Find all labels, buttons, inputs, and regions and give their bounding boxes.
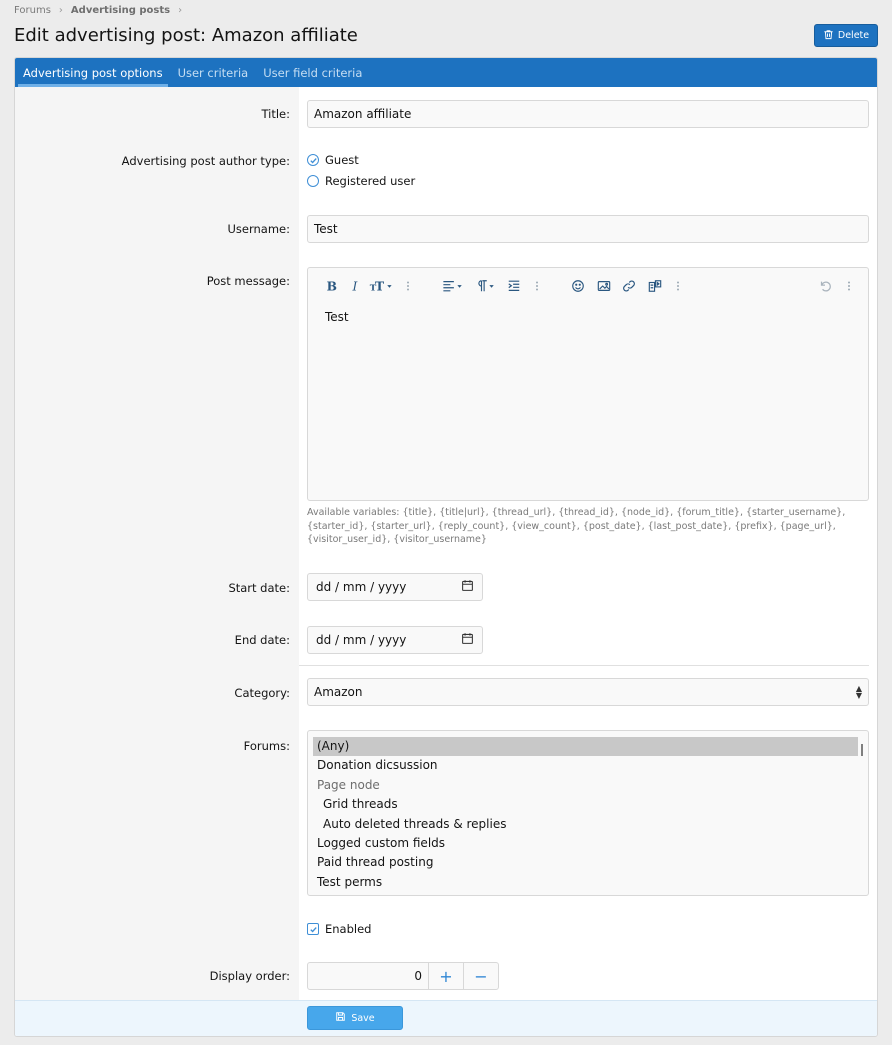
variables-hint: Available variables: {title}, {title|url… [307, 507, 846, 545]
start-date-input[interactable]: dd / mm / yyyy [307, 573, 483, 601]
display-order-stepper[interactable]: 0 + − [307, 962, 499, 990]
more-options-icon[interactable] [845, 277, 853, 295]
breadcrumb-forums[interactable]: Forums [14, 5, 51, 16]
form-panel: Advertising post options User criteria U… [14, 57, 878, 1037]
editor-content[interactable]: Test [325, 310, 349, 324]
undo-icon[interactable] [818, 277, 832, 295]
form-body: Title: Amazon affiliate Advertising post… [15, 87, 877, 1001]
radio-registered-user[interactable]: Registered user [307, 174, 415, 188]
image-icon[interactable] [597, 277, 611, 295]
username-label: Username: [227, 222, 291, 236]
end-date-input[interactable]: dd / mm / yyyy [307, 626, 483, 654]
post-message-label: Post message: [206, 274, 290, 288]
calendar-icon[interactable] [461, 579, 474, 595]
select-arrows-icon: ▲ ▼ [855, 684, 862, 700]
breadcrumb-advertising-posts[interactable]: Advertising posts [71, 5, 170, 16]
title-label: Title: [261, 107, 290, 121]
display-order-label: Display order: [209, 969, 290, 983]
indent-icon[interactable] [507, 277, 521, 295]
tab-user-field-criteria[interactable]: User field criteria [258, 58, 367, 87]
more-text-options-icon[interactable] [404, 277, 412, 295]
chevron-right-icon: › [58, 5, 63, 16]
chevron-right-icon: › [178, 5, 183, 16]
tab-bar: Advertising post options User criteria U… [15, 58, 877, 87]
more-paragraph-options-icon[interactable] [533, 277, 541, 295]
more-insert-options-icon[interactable] [674, 277, 682, 295]
start-date-label: Start date: [228, 581, 290, 595]
smiley-icon[interactable] [571, 277, 585, 295]
rich-text-editor[interactable]: B I TT Test [307, 267, 869, 501]
start-date-placeholder: dd / mm / yyyy [316, 580, 407, 594]
listbox-scrollbar[interactable] [861, 744, 863, 756]
bold-icon[interactable]: B [324, 277, 338, 295]
radio-empty-icon [307, 175, 319, 187]
username-input[interactable]: Test [307, 215, 869, 243]
end-date-placeholder: dd / mm / yyyy [316, 633, 407, 647]
svg-text:B: B [327, 279, 337, 293]
forum-option[interactable]: Auto deleted threads & replies [313, 815, 863, 834]
form-footer: Save [15, 1000, 877, 1036]
forum-option[interactable]: Donation dicsussion [313, 756, 863, 775]
category-select[interactable]: Amazon ▲ ▼ [307, 678, 869, 706]
enabled-label: Enabled [325, 922, 372, 936]
forums-listbox[interactable]: (Any) Donation dicsussion Page node Grid… [307, 730, 869, 896]
svg-text:T: T [375, 279, 384, 293]
radio-guest-label: Guest [325, 153, 359, 167]
svg-text:I: I [352, 279, 359, 293]
minus-icon: − [474, 966, 488, 986]
plus-icon: + [439, 966, 453, 986]
paragraph-icon[interactable] [473, 277, 497, 295]
align-icon[interactable] [440, 277, 466, 295]
increment-button[interactable]: + [428, 963, 463, 989]
save-label: Save [351, 1012, 375, 1024]
radio-registered-user-label: Registered user [325, 174, 416, 188]
forum-option[interactable]: Test perms [313, 873, 863, 892]
forum-option[interactable]: Grid threads [313, 795, 863, 814]
forum-option-any[interactable]: (Any) [313, 737, 858, 757]
category-value: Amazon [314, 685, 363, 699]
end-date-label: End date: [234, 633, 290, 647]
tab-user-criteria[interactable]: User criteria [173, 58, 254, 87]
forum-option[interactable]: Logged custom fields [313, 834, 863, 853]
enabled-checkbox[interactable]: Enabled [307, 922, 371, 936]
save-icon [335, 1011, 346, 1025]
page-title: Edit advertising post: Amazon affiliate [14, 25, 358, 46]
font-size-icon[interactable]: TT [368, 277, 396, 295]
category-label: Category: [234, 686, 290, 700]
decrement-button[interactable]: − [463, 963, 498, 989]
author-type-label: Advertising post author type: [121, 154, 290, 168]
forum-option[interactable]: Paid thread posting [313, 853, 863, 872]
delete-label: Delete [837, 30, 870, 41]
breadcrumb: Forums › Advertising posts › [14, 5, 190, 16]
forums-label: Forums: [243, 739, 290, 753]
checkbox-checked-icon [307, 923, 319, 935]
radio-guest[interactable]: Guest [307, 153, 359, 167]
radio-checked-icon [307, 154, 319, 166]
media-icon[interactable] [647, 277, 663, 295]
display-order-value[interactable]: 0 [308, 963, 428, 989]
save-button[interactable]: Save [307, 1006, 403, 1030]
delete-button[interactable]: Delete [814, 24, 878, 47]
calendar-icon[interactable] [461, 632, 474, 648]
trash-icon [823, 29, 834, 43]
title-input[interactable]: Amazon affiliate [307, 100, 869, 128]
section-divider [299, 665, 869, 666]
italic-icon[interactable]: I [349, 277, 363, 295]
tab-advertising-post-options[interactable]: Advertising post options [18, 58, 168, 87]
editor-toolbar: B I TT [308, 268, 868, 304]
forum-option-group[interactable]: Page node [313, 776, 863, 795]
link-icon[interactable] [622, 277, 636, 295]
